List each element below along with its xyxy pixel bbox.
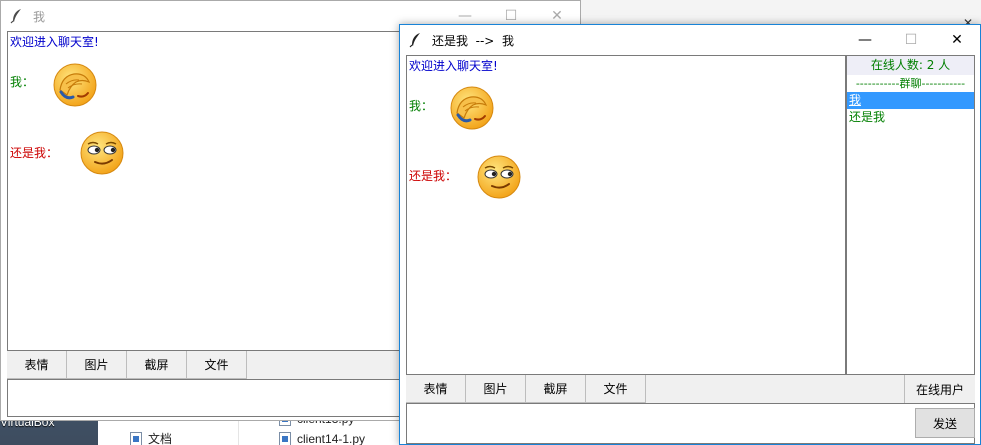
message-sender: 还是我： xyxy=(409,169,458,183)
file-item[interactable]: client14-1.py xyxy=(279,432,365,445)
file-button[interactable]: 文件 xyxy=(187,351,247,379)
chat-toolbar: 表情 图片 截屏 文件 xyxy=(406,375,975,403)
close-button[interactable]: ✕ xyxy=(934,25,980,55)
facepalm-emoji-icon xyxy=(450,86,494,130)
smirk-emoji-icon xyxy=(477,155,521,199)
message-text: 欢迎进入聊天室! xyxy=(10,35,99,49)
screenshot-button[interactable]: 截屏 xyxy=(127,351,187,379)
message-input[interactable] xyxy=(406,403,975,444)
tk-feather-icon xyxy=(10,9,21,24)
online-count: 在线人数: 2 人 xyxy=(847,56,974,75)
explorer-nav-pane: 文档 xyxy=(98,420,238,445)
message-text: 欢迎进入聊天室! xyxy=(409,59,498,73)
minimize-button[interactable]: — xyxy=(842,25,888,55)
chat-history[interactable]: 欢迎进入聊天室! 我： 还是我： xyxy=(406,55,846,375)
facepalm-emoji-icon xyxy=(53,63,97,107)
chat-window-other: 还是我 --> 我 — ☐ ✕ 欢迎进入聊天室! 我： 还是我： 在线人数: 2… xyxy=(399,24,981,445)
file-button[interactable]: 文件 xyxy=(586,375,646,403)
online-user-panel: 在线人数: 2 人 -----------群聊----------- 我 还是我 xyxy=(846,55,975,375)
user-list-item-me[interactable]: 我 xyxy=(847,92,974,109)
window-title: 我 xyxy=(33,9,46,24)
emoji-button[interactable]: 表情 xyxy=(406,375,466,403)
image-button[interactable]: 图片 xyxy=(67,351,127,379)
python-file-icon xyxy=(279,432,291,445)
online-users-button[interactable]: 在线用户 xyxy=(904,375,975,403)
message-sender: 还是我： xyxy=(10,146,59,160)
send-button[interactable]: 发送 xyxy=(915,408,975,438)
message-sender: 我： xyxy=(10,75,35,89)
emoji-button[interactable]: 表情 xyxy=(7,351,67,379)
tk-feather-icon xyxy=(409,33,420,48)
screenshot-button[interactable]: 截屏 xyxy=(526,375,586,403)
nav-item-label: 文档 xyxy=(148,432,173,445)
document-icon xyxy=(130,431,142,445)
window-title: 还是我 --> 我 xyxy=(432,33,514,48)
message-sender: 我： xyxy=(409,99,434,113)
user-list-item-other[interactable]: 还是我 xyxy=(847,109,974,126)
smirk-emoji-icon xyxy=(80,131,124,175)
nav-item-documents[interactable]: 文档 xyxy=(130,430,172,445)
group-chat-item[interactable]: -----------群聊----------- xyxy=(847,75,974,92)
image-button[interactable]: 图片 xyxy=(466,375,526,403)
maximize-button[interactable]: ☐ xyxy=(888,25,934,55)
file-name: client14-1.py xyxy=(297,432,366,445)
title-bar[interactable]: 还是我 --> 我 — ☐ ✕ xyxy=(400,25,980,55)
